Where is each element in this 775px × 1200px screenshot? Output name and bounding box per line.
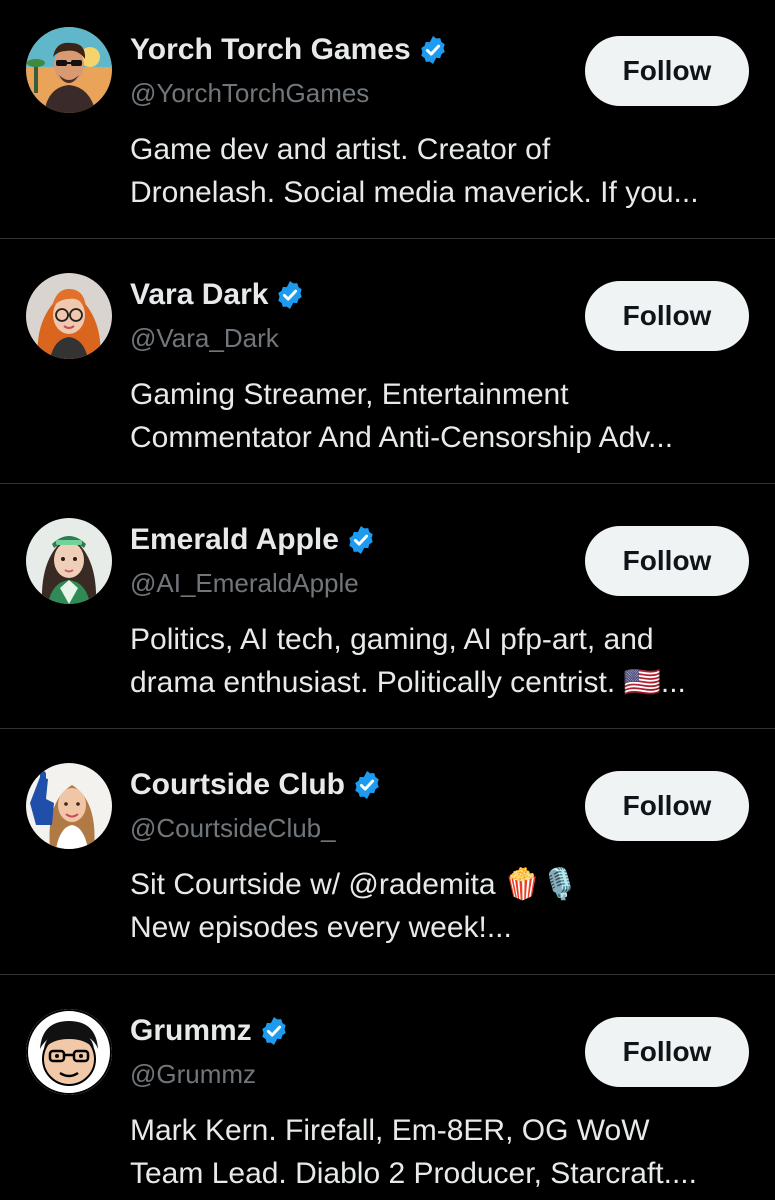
bio-line: Dronelash. Social media maverick. If you…: [130, 176, 699, 209]
verified-badge-icon: [349, 526, 373, 554]
bio: Gaming Streamer, Entertainment Commentat…: [130, 373, 755, 459]
follow-button[interactable]: Follow: [585, 771, 749, 841]
display-name[interactable]: Vara Dark: [130, 278, 268, 312]
avatar-woman-foam-finger-icon: [26, 763, 112, 849]
avatar[interactable]: [26, 1009, 112, 1095]
user-cell[interactable]: Courtside Club @CourtsideClub_ Follow Si…: [0, 729, 775, 975]
follow-button[interactable]: Follow: [585, 281, 749, 351]
bio: Mark Kern. Firefall, Em-8ER, OG WoW Team…: [130, 1109, 755, 1195]
user-cell[interactable]: Grummz @Grummz Follow Mark Kern. Firefal…: [0, 975, 775, 1200]
name-row: Vara Dark: [130, 275, 306, 315]
bio-line: Sit Courtside w/ @rademita 🍿🎙️: [130, 868, 579, 901]
avatar[interactable]: [26, 763, 112, 849]
avatar-woman-green-icon: [26, 518, 112, 604]
verified-badge-icon: [355, 771, 379, 799]
bio-line: Game dev and artist. Creator of: [130, 133, 551, 166]
user-cell[interactable]: Emerald Apple @AI_EmeraldApple Follow Po…: [0, 484, 775, 729]
display-name[interactable]: Emerald Apple: [130, 523, 339, 557]
follow-button[interactable]: Follow: [585, 36, 749, 106]
name-row: Grummz: [130, 1011, 290, 1051]
bio-line: drama enthusiast. Politically centrist. …: [130, 666, 686, 699]
verified-badge-icon: [420, 36, 445, 64]
bio-line: Politics, AI tech, gaming, AI pfp-art, a…: [130, 623, 654, 656]
bio: Sit Courtside w/ @rademita 🍿🎙️ New episo…: [130, 863, 755, 949]
avatar[interactable]: [26, 518, 112, 604]
username[interactable]: @Vara_Dark: [130, 323, 279, 354]
bio-line: Mark Kern. Firefall, Em-8ER, OG WoW: [130, 1114, 650, 1147]
avatar-man-sunglasses-icon: [26, 27, 112, 113]
bio-line: New episodes every week!...: [130, 911, 512, 944]
follow-button[interactable]: Follow: [585, 1017, 749, 1087]
bio-line: Gaming Streamer, Entertainment: [130, 378, 569, 411]
name-row: Courtside Club: [130, 765, 383, 805]
username[interactable]: @YorchTorchGames: [130, 78, 369, 109]
avatar-redhead-glasses-icon: [26, 273, 112, 359]
user-cell[interactable]: Yorch Torch Games @YorchTorchGames Follo…: [0, 0, 775, 239]
avatar[interactable]: [26, 27, 112, 113]
bio-line: Commentator And Anti-Censorship Adv...: [130, 421, 674, 454]
username[interactable]: @Grummz: [130, 1059, 256, 1090]
name-row: Yorch Torch Games: [130, 30, 449, 70]
avatar[interactable]: [26, 273, 112, 359]
display-name[interactable]: Grummz: [130, 1014, 252, 1048]
bio: Game dev and artist. Creator of Dronelas…: [130, 128, 755, 214]
verified-badge-icon: [261, 1017, 286, 1045]
bio: Politics, AI tech, gaming, AI pfp-art, a…: [130, 618, 755, 704]
display-name[interactable]: Courtside Club: [130, 768, 345, 802]
bio-line: Team Lead. Diablo 2 Producer, Starcraft.…: [130, 1157, 697, 1190]
username[interactable]: @AI_EmeraldApple: [130, 568, 359, 599]
user-cell[interactable]: Vara Dark @Vara_Dark Follow Gaming Strea…: [0, 239, 775, 484]
verified-badge-icon: [278, 281, 303, 309]
who-to-follow-list: Yorch Torch Games @YorchTorchGames Follo…: [0, 0, 775, 1200]
name-row: Emerald Apple: [130, 520, 377, 560]
avatar-cartoon-glasses-icon: [26, 1009, 112, 1095]
display-name[interactable]: Yorch Torch Games: [130, 33, 411, 67]
follow-button[interactable]: Follow: [585, 526, 749, 596]
username[interactable]: @CourtsideClub_: [130, 813, 336, 844]
